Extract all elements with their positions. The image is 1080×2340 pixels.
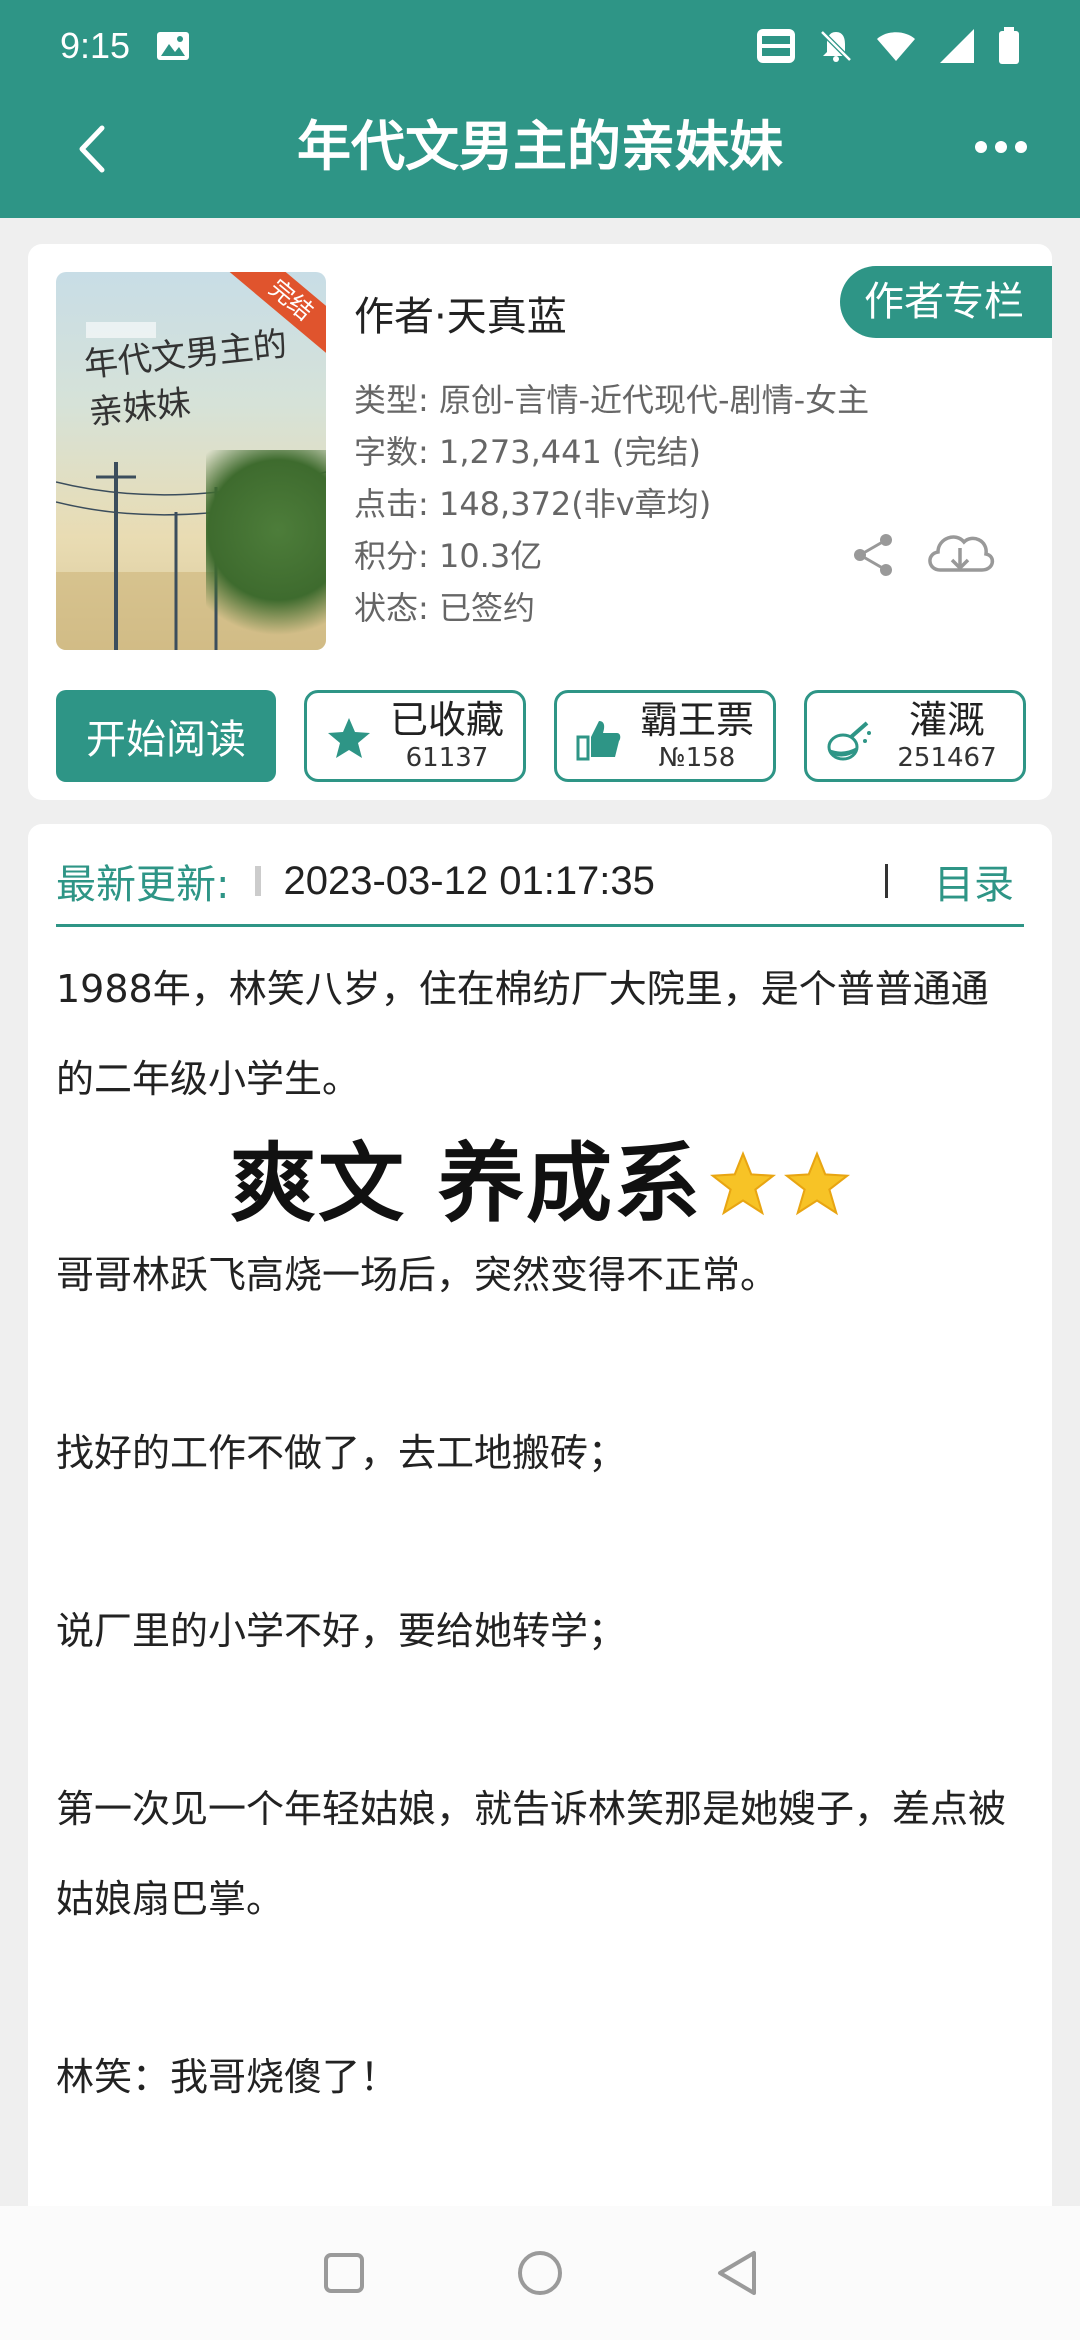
status-bar: 9:15 xyxy=(0,0,1080,92)
update-divider xyxy=(255,866,262,896)
author-name[interactable]: 作者·天真蓝 xyxy=(354,284,567,342)
toc-divider xyxy=(885,864,888,898)
summary-paragraph: 林笑：我哥烧傻了！ xyxy=(56,2055,399,2099)
nutrient-flask-icon xyxy=(827,721,871,761)
latest-update-label: 最新更新: xyxy=(56,862,230,908)
bawang-ticket-button[interactable]: 霸王票 №158 xyxy=(554,690,776,782)
signal-icon xyxy=(940,29,974,63)
summary-tagline: 爽文 养成系 xyxy=(56,1124,1024,1244)
meta-clicks: 点击: 148,372(非v章均) xyxy=(354,485,712,523)
star-icon xyxy=(328,718,370,758)
star-emoji-icon xyxy=(709,1151,776,1216)
table-of-contents-link[interactable]: 目录 xyxy=(934,852,1014,910)
bawang-label: 霸王票 xyxy=(639,698,754,742)
more-options-icon[interactable] xyxy=(966,122,1036,172)
summary-paragraph: 第一次见一个年轻姑娘，就告诉林笑那是她嫂子，差点被姑娘扇巴掌。 xyxy=(56,1787,1007,1921)
start-reading-button[interactable]: 开始阅读 xyxy=(56,690,276,782)
meta-word-count: 字数: 1,273,441 (完结) xyxy=(354,433,701,471)
meta-status: 状态: 已签约 xyxy=(354,589,535,627)
action-buttons: 开始阅读 已收藏 61137 霸王票 №158 灌溉 251467 xyxy=(56,690,1026,782)
home-icon[interactable] xyxy=(516,2249,564,2297)
meta-score: 积分: 10.3亿 xyxy=(354,537,543,575)
system-navigation-bar xyxy=(0,2206,1080,2340)
status-time: 9:15 xyxy=(60,25,131,66)
book-cover[interactable]: 年代文男主的亲妹妹 完结 xyxy=(56,272,326,650)
back-triangle-icon[interactable] xyxy=(714,2249,758,2297)
recent-apps-icon[interactable] xyxy=(322,2251,366,2295)
app-header: 9:15 年代文男主的亲妹妹 xyxy=(0,0,1080,218)
irrigate-count: 251467 xyxy=(897,743,997,773)
wifi-icon xyxy=(877,32,915,61)
nav-bar: 年代文男主的亲妹妹 xyxy=(0,92,1080,202)
cover-trees xyxy=(206,450,326,650)
summary-paragraph: 说厂里的小学不好，要给她转学； xyxy=(56,1609,627,1653)
mute-bell-icon xyxy=(820,30,852,62)
bawang-count: №158 xyxy=(658,743,736,773)
download-cloud-icon[interactable] xyxy=(920,520,1000,584)
collect-button[interactable]: 已收藏 61137 xyxy=(304,690,526,782)
gallery-icon xyxy=(157,32,190,60)
book-info-card: 年代文男主的亲妹妹 完结 作者·天真蓝 作者专栏 类型: 原创-言情-近代现代-… xyxy=(28,244,1052,800)
irrigate-label: 灌溉 xyxy=(908,698,985,742)
summary-paragraph: 哥哥林跃飞高烧一场后，突然变得不正常。 xyxy=(56,1253,779,1297)
irrigate-button[interactable]: 灌溉 251467 xyxy=(804,690,1026,782)
summary-paragraph: 找好的工作不做了，去工地搬砖； xyxy=(56,1431,627,1475)
update-underline xyxy=(56,924,1024,927)
star-emoji-icon xyxy=(783,1151,850,1216)
summary-card: 最新更新: 2023-03-12 01:17:35 目录 1988年，林笑八岁，… xyxy=(28,824,1052,2340)
tagline-text: 爽文 养成系 xyxy=(230,1134,702,1234)
thumbs-up-icon xyxy=(576,721,621,761)
page-title: 年代文男主的亲妹妹 xyxy=(297,115,783,178)
summary-paragraph: 1988年，林笑八岁，住在棉纺厂大院里，是个普普通通的二年级小学生。 xyxy=(56,967,989,1101)
latest-update-time[interactable]: 2023-03-12 01:17:35 xyxy=(283,859,654,904)
latest-update-row: 最新更新: 2023-03-12 01:17:35 目录 xyxy=(56,846,1024,916)
battery-icon xyxy=(999,27,1019,64)
author-column-button[interactable]: 作者专栏 xyxy=(840,266,1052,338)
volte-icon xyxy=(757,29,795,63)
collect-count: 61137 xyxy=(405,743,489,773)
status-icons xyxy=(756,27,1020,65)
share-icon[interactable] xyxy=(848,530,898,580)
book-meta: 类型: 原创-言情-近代现代-剧情-女主 字数: 1,273,441 (完结) … xyxy=(354,374,869,634)
book-summary: 1988年，林笑八岁，住在棉纺厂大院里，是个普普通通的二年级小学生。 爽文 养成… xyxy=(56,944,1024,2122)
collect-label: 已收藏 xyxy=(389,698,504,742)
meta-genre: 类型: 原创-言情-近代现代-剧情-女主 xyxy=(354,381,870,419)
